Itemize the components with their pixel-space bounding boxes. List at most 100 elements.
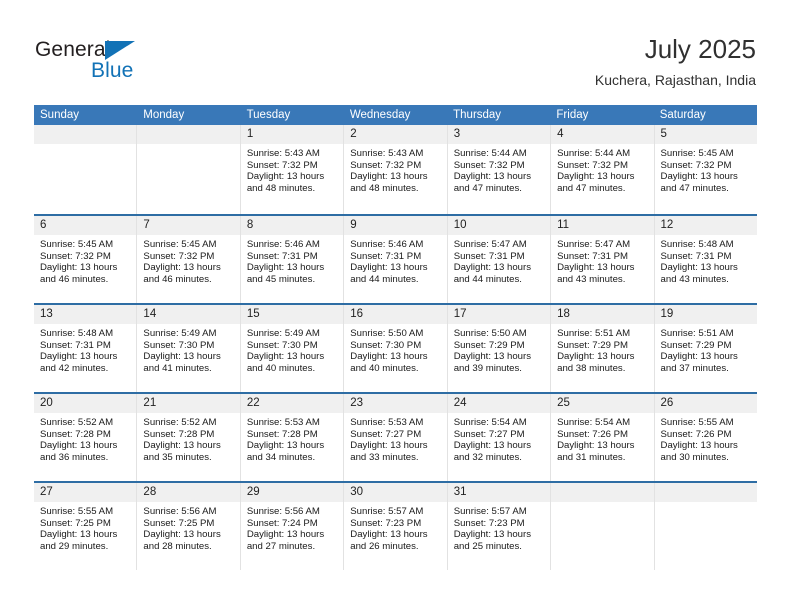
sunrise-text: Sunrise: 5:53 AM bbox=[246, 417, 320, 428]
day-cell[interactable]: 25 Sunrise: 5:54 AM Sunset: 7:26 PM Dayl… bbox=[551, 394, 655, 481]
sunrise-text: Sunrise: 5:50 AM bbox=[453, 328, 527, 339]
day-cell[interactable]: 17 Sunrise: 5:50 AM Sunset: 7:29 PM Dayl… bbox=[447, 305, 552, 392]
day-details: Sunrise: 5:49 AM Sunset: 7:30 PM Dayligh… bbox=[241, 324, 343, 374]
day-cell[interactable]: 20 Sunrise: 5:52 AM Sunset: 7:28 PM Dayl… bbox=[34, 394, 138, 481]
day-cell[interactable]: 2 Sunrise: 5:43 AM Sunset: 7:32 PM Dayli… bbox=[344, 125, 448, 214]
day-cell[interactable]: 14 Sunrise: 5:49 AM Sunset: 7:30 PM Dayl… bbox=[137, 305, 241, 392]
day-number: 30 bbox=[344, 483, 447, 502]
daylight-text-line1: Daylight: 13 hours bbox=[453, 351, 532, 363]
daylight-text-line2: and 29 minutes. bbox=[40, 540, 109, 552]
sunset-text: Sunset: 7:30 PM bbox=[143, 339, 215, 351]
logo-triangle-icon bbox=[105, 41, 135, 60]
daylight-text-line2: and 37 minutes. bbox=[660, 362, 729, 374]
daylight-text-line2: and 44 minutes. bbox=[350, 273, 419, 285]
day-number bbox=[551, 483, 654, 502]
sunrise-text: Sunrise: 5:55 AM bbox=[660, 417, 734, 428]
day-cell[interactable]: 29 Sunrise: 5:56 AM Sunset: 7:24 PM Dayl… bbox=[240, 483, 345, 570]
general-blue-logo: General Blue bbox=[35, 38, 255, 88]
day-details: Sunrise: 5:45 AM Sunset: 7:32 PM Dayligh… bbox=[655, 144, 757, 194]
day-cell[interactable] bbox=[654, 483, 757, 570]
day-cell[interactable]: 4 Sunrise: 5:44 AM Sunset: 7:32 PM Dayli… bbox=[551, 125, 655, 214]
sunset-text: Sunset: 7:30 PM bbox=[246, 339, 318, 351]
day-number: 21 bbox=[137, 394, 240, 413]
calendar-week-row: 13 Sunrise: 5:48 AM Sunset: 7:31 PM Dayl… bbox=[34, 303, 757, 392]
day-cell[interactable]: 22 Sunrise: 5:53 AM Sunset: 7:28 PM Dayl… bbox=[240, 394, 345, 481]
day-details: Sunrise: 5:54 AM Sunset: 7:27 PM Dayligh… bbox=[448, 413, 550, 463]
day-cell[interactable]: 19 Sunrise: 5:51 AM Sunset: 7:29 PM Dayl… bbox=[654, 305, 757, 392]
day-cell[interactable]: 31 Sunrise: 5:57 AM Sunset: 7:23 PM Dayl… bbox=[447, 483, 552, 570]
day-cell[interactable] bbox=[34, 125, 138, 214]
day-number: 7 bbox=[137, 216, 240, 235]
title-block: July 2025 Kuchera, Rajasthan, India bbox=[595, 33, 756, 89]
day-cell[interactable]: 1 Sunrise: 5:43 AM Sunset: 7:32 PM Dayli… bbox=[240, 125, 345, 214]
day-number: 23 bbox=[344, 394, 447, 413]
day-cell[interactable]: 13 Sunrise: 5:48 AM Sunset: 7:31 PM Dayl… bbox=[34, 305, 138, 392]
day-cell[interactable]: 3 Sunrise: 5:44 AM Sunset: 7:32 PM Dayli… bbox=[447, 125, 552, 214]
day-number: 22 bbox=[240, 394, 344, 413]
daylight-text-line2: and 36 minutes. bbox=[40, 451, 109, 463]
daylight-text-line2: and 38 minutes. bbox=[557, 362, 626, 374]
day-cell[interactable]: 24 Sunrise: 5:54 AM Sunset: 7:27 PM Dayl… bbox=[447, 394, 552, 481]
calendar-week-row: 20 Sunrise: 5:52 AM Sunset: 7:28 PM Dayl… bbox=[34, 392, 757, 481]
day-number: 4 bbox=[551, 125, 654, 144]
daylight-text-line2: and 34 minutes. bbox=[246, 451, 316, 463]
day-details: Sunrise: 5:55 AM Sunset: 7:25 PM Dayligh… bbox=[34, 502, 136, 552]
sunrise-text: Sunrise: 5:47 AM bbox=[557, 239, 631, 250]
sunrise-text: Sunrise: 5:56 AM bbox=[246, 506, 320, 517]
daylight-text-line1: Daylight: 13 hours bbox=[246, 171, 325, 183]
day-details: Sunrise: 5:53 AM Sunset: 7:28 PM Dayligh… bbox=[241, 413, 343, 463]
day-cell[interactable]: 16 Sunrise: 5:50 AM Sunset: 7:30 PM Dayl… bbox=[344, 305, 448, 392]
day-cell[interactable]: 6 Sunrise: 5:45 AM Sunset: 7:32 PM Dayli… bbox=[34, 216, 138, 303]
daylight-text-line1: Daylight: 13 hours bbox=[350, 262, 428, 274]
sunset-text: Sunset: 7:31 PM bbox=[350, 250, 422, 262]
day-number: 2 bbox=[344, 125, 447, 144]
day-cell[interactable]: 23 Sunrise: 5:53 AM Sunset: 7:27 PM Dayl… bbox=[344, 394, 448, 481]
day-number: 6 bbox=[34, 216, 137, 235]
sunset-text: Sunset: 7:29 PM bbox=[557, 339, 629, 351]
day-cell[interactable]: 26 Sunrise: 5:55 AM Sunset: 7:26 PM Dayl… bbox=[654, 394, 757, 481]
day-cell[interactable]: 28 Sunrise: 5:56 AM Sunset: 7:25 PM Dayl… bbox=[137, 483, 241, 570]
day-cell[interactable] bbox=[137, 125, 241, 214]
day-cell[interactable]: 30 Sunrise: 5:57 AM Sunset: 7:23 PM Dayl… bbox=[344, 483, 448, 570]
sunset-text: Sunset: 7:31 PM bbox=[660, 250, 732, 262]
sunset-text: Sunset: 7:25 PM bbox=[143, 517, 215, 529]
daylight-text-line2: and 28 minutes. bbox=[143, 540, 212, 552]
day-cell[interactable] bbox=[551, 483, 655, 570]
daylight-text-line1: Daylight: 13 hours bbox=[557, 171, 635, 183]
daylight-text-line1: Daylight: 13 hours bbox=[350, 529, 428, 541]
sunrise-text: Sunrise: 5:48 AM bbox=[40, 328, 114, 339]
day-cell[interactable]: 9 Sunrise: 5:46 AM Sunset: 7:31 PM Dayli… bbox=[344, 216, 448, 303]
daylight-text-line1: Daylight: 13 hours bbox=[453, 262, 532, 274]
day-cell[interactable]: 27 Sunrise: 5:55 AM Sunset: 7:25 PM Dayl… bbox=[34, 483, 138, 570]
day-cell[interactable]: 15 Sunrise: 5:49 AM Sunset: 7:30 PM Dayl… bbox=[240, 305, 345, 392]
calendar-week-row: 6 Sunrise: 5:45 AM Sunset: 7:32 PM Dayli… bbox=[34, 214, 757, 303]
daylight-text-line2: and 46 minutes. bbox=[143, 273, 212, 285]
sunset-text: Sunset: 7:27 PM bbox=[453, 428, 525, 440]
day-cell[interactable]: 11 Sunrise: 5:47 AM Sunset: 7:31 PM Dayl… bbox=[551, 216, 655, 303]
daylight-text-line1: Daylight: 13 hours bbox=[660, 262, 738, 274]
sunset-text: Sunset: 7:29 PM bbox=[453, 339, 525, 351]
sunrise-text: Sunrise: 5:45 AM bbox=[40, 239, 114, 250]
day-cell[interactable]: 8 Sunrise: 5:46 AM Sunset: 7:31 PM Dayli… bbox=[240, 216, 345, 303]
day-cell[interactable]: 12 Sunrise: 5:48 AM Sunset: 7:31 PM Dayl… bbox=[654, 216, 757, 303]
sunrise-text: Sunrise: 5:47 AM bbox=[453, 239, 527, 250]
sunrise-text: Sunrise: 5:51 AM bbox=[660, 328, 734, 339]
sunset-text: Sunset: 7:30 PM bbox=[350, 339, 422, 351]
day-cell[interactable]: 5 Sunrise: 5:45 AM Sunset: 7:32 PM Dayli… bbox=[654, 125, 757, 214]
daylight-text-line2: and 25 minutes. bbox=[453, 540, 522, 552]
day-details: Sunrise: 5:52 AM Sunset: 7:28 PM Dayligh… bbox=[137, 413, 239, 463]
sunrise-text: Sunrise: 5:57 AM bbox=[453, 506, 527, 517]
day-number: 10 bbox=[447, 216, 551, 235]
day-cell[interactable]: 18 Sunrise: 5:51 AM Sunset: 7:29 PM Dayl… bbox=[551, 305, 655, 392]
sunrise-text: Sunrise: 5:53 AM bbox=[350, 417, 424, 428]
day-cell[interactable]: 10 Sunrise: 5:47 AM Sunset: 7:31 PM Dayl… bbox=[447, 216, 552, 303]
day-cell[interactable]: 21 Sunrise: 5:52 AM Sunset: 7:28 PM Dayl… bbox=[137, 394, 241, 481]
daylight-text-line2: and 44 minutes. bbox=[453, 273, 522, 285]
day-cell[interactable]: 7 Sunrise: 5:45 AM Sunset: 7:32 PM Dayli… bbox=[137, 216, 241, 303]
day-details: Sunrise: 5:56 AM Sunset: 7:24 PM Dayligh… bbox=[241, 502, 343, 552]
day-number: 18 bbox=[551, 305, 654, 324]
sunset-text: Sunset: 7:26 PM bbox=[660, 428, 732, 440]
weekday-header-thursday: Thursday bbox=[453, 109, 502, 121]
daylight-text-line2: and 40 minutes. bbox=[246, 362, 316, 374]
sunset-text: Sunset: 7:25 PM bbox=[40, 517, 111, 529]
